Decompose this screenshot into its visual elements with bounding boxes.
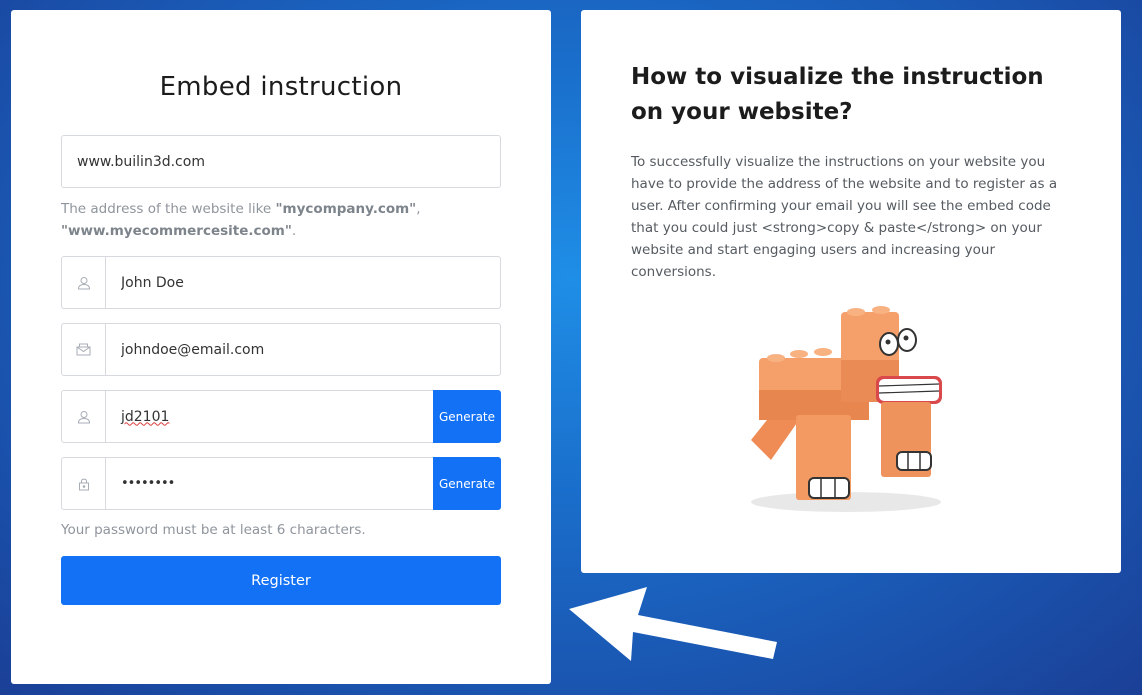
password-field[interactable]: •••••••• Generate bbox=[61, 457, 501, 510]
arrow-pointer-icon bbox=[569, 587, 777, 661]
website-hint: The address of the website like "mycompa… bbox=[61, 198, 501, 242]
brick-dinosaur-illustration bbox=[751, 306, 942, 512]
website-hint-prefix: The address of the website like bbox=[61, 201, 276, 217]
user-icon bbox=[62, 391, 106, 442]
embed-form-card: Embed instruction The address of the web… bbox=[11, 10, 551, 684]
username-field[interactable]: jd2101 Generate bbox=[61, 390, 501, 443]
website-input[interactable] bbox=[62, 136, 500, 187]
info-title: How to visualize the instruction on your… bbox=[631, 64, 1044, 125]
email-field[interactable] bbox=[61, 323, 501, 376]
name-input[interactable] bbox=[106, 257, 500, 308]
generate-username-button[interactable]: Generate bbox=[433, 390, 501, 443]
user-icon bbox=[62, 257, 106, 308]
envelope-icon bbox=[62, 324, 106, 375]
website-field[interactable] bbox=[61, 135, 501, 188]
info-text: To successfully visualize the instructio… bbox=[631, 154, 1058, 280]
register-button[interactable]: Register bbox=[61, 556, 501, 605]
website-hint-sep: , bbox=[416, 201, 421, 217]
form-title: Embed instruction bbox=[159, 72, 403, 102]
website-hint-example-2: "www.myecommercesite.com" bbox=[61, 223, 292, 239]
website-hint-example-1: "mycompany.com" bbox=[275, 201, 417, 217]
email-input[interactable] bbox=[106, 324, 500, 375]
password-hint: Your password must be at least 6 charact… bbox=[61, 522, 366, 538]
name-field[interactable] bbox=[61, 256, 501, 309]
username-value: jd2101 bbox=[121, 408, 170, 425]
lock-icon bbox=[62, 458, 106, 509]
username-input[interactable]: jd2101 bbox=[106, 391, 433, 442]
password-input[interactable]: •••••••• bbox=[106, 458, 433, 509]
generate-password-button[interactable]: Generate bbox=[433, 457, 501, 510]
website-hint-suffix: . bbox=[291, 223, 297, 239]
info-card: How to visualize the instruction on your… bbox=[581, 10, 1121, 573]
